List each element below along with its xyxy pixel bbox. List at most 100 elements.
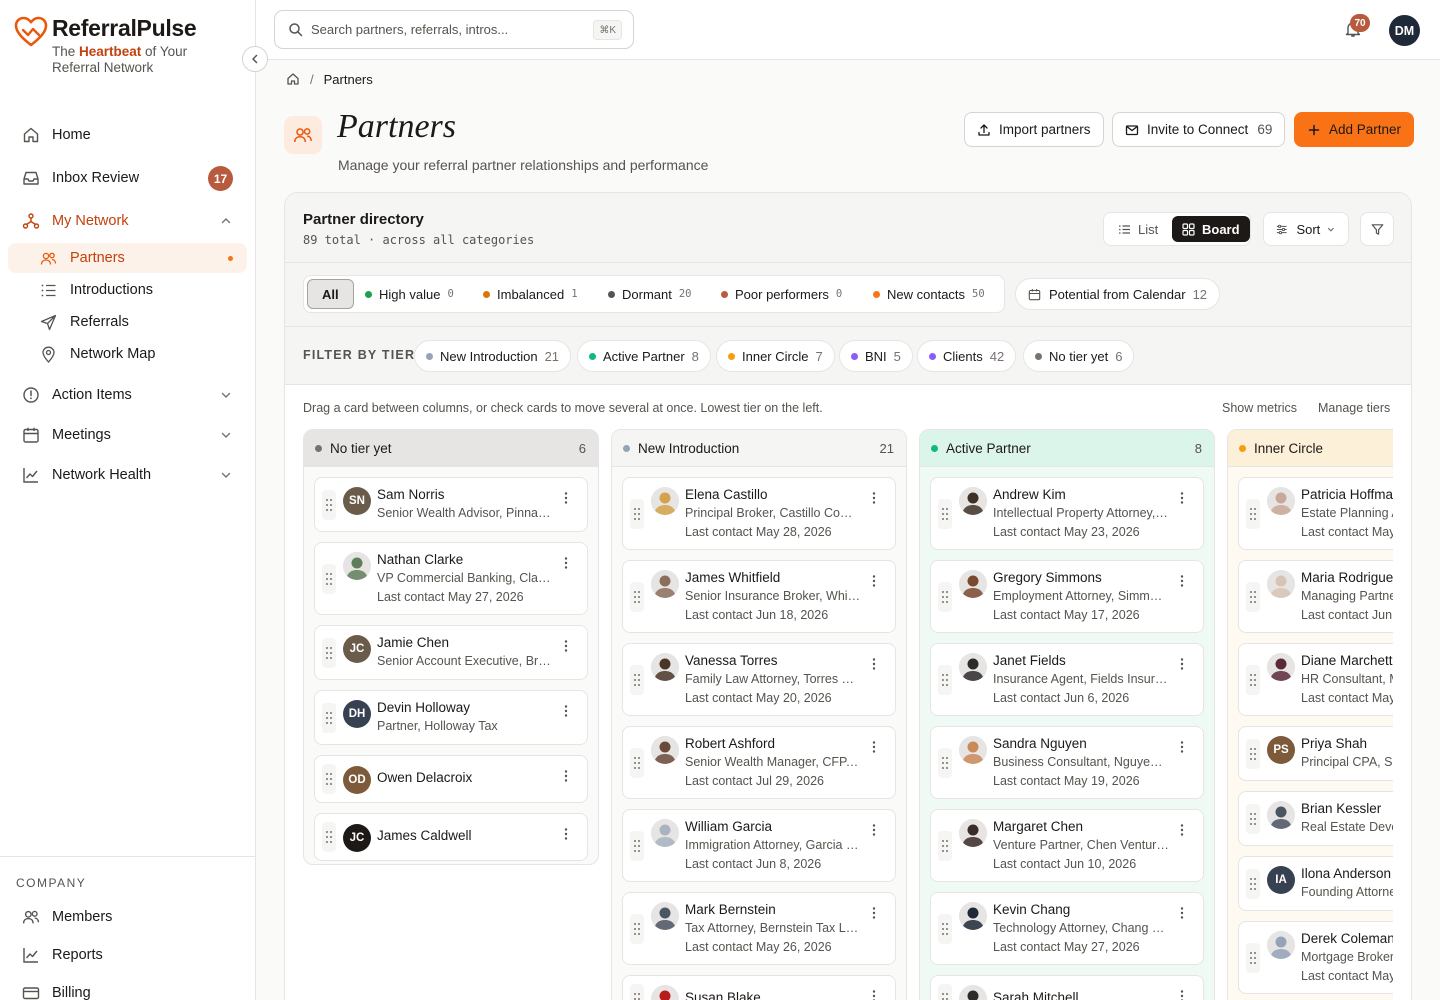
- partner-card[interactable]: Diane Marchetti HR Consultant, Marchetti L…: [1238, 643, 1393, 716]
- column-header[interactable]: Inner Circle: [1228, 430, 1393, 467]
- nav-billing[interactable]: Billing: [8, 975, 247, 1000]
- nav-my-network[interactable]: My Network: [8, 203, 247, 239]
- drag-handle-icon[interactable]: [938, 984, 952, 1000]
- partner-card[interactable]: Mark Bernstein Tax Attorney, Bernstein Ta…: [622, 892, 896, 965]
- tier-chip-active-partner[interactable]: Active Partner 8: [577, 340, 711, 372]
- more-options-icon[interactable]: [867, 491, 881, 505]
- subnav-partners[interactable]: Partners: [8, 243, 247, 273]
- column-header[interactable]: Active Partner 8: [920, 430, 1214, 467]
- partner-card[interactable]: DH Devin Holloway Partner, Holloway Tax: [314, 690, 588, 745]
- partner-card[interactable]: Gregory Simmons Employment Attorney, Simm…: [930, 560, 1204, 633]
- drag-handle-icon[interactable]: [1246, 942, 1260, 973]
- add-partner-button[interactable]: Add Partner: [1294, 112, 1415, 147]
- more-options-icon[interactable]: [1175, 740, 1189, 754]
- partner-card[interactable]: Janet Fields Insurance Agent, Fields Insu…: [930, 643, 1204, 716]
- nav-inbox-review[interactable]: Inbox Review 17: [8, 160, 247, 196]
- drag-handle-icon[interactable]: [938, 581, 952, 612]
- filter-button[interactable]: [1360, 212, 1394, 246]
- partner-card[interactable]: Maria Rodriguez Managing Partner Last cont…: [1238, 560, 1393, 633]
- more-options-icon[interactable]: [559, 556, 573, 570]
- drag-handle-icon[interactable]: [938, 747, 952, 778]
- more-options-icon[interactable]: [1175, 823, 1189, 837]
- partner-card[interactable]: JC James Caldwell: [314, 813, 588, 861]
- more-options-icon[interactable]: [867, 574, 881, 588]
- drag-handle-icon[interactable]: [1246, 738, 1260, 769]
- drag-handle-icon[interactable]: [630, 984, 644, 1000]
- partner-card[interactable]: Margaret Chen Venture Partner, Chen Ventu…: [930, 809, 1204, 882]
- drag-handle-icon[interactable]: [938, 498, 952, 529]
- drag-handle-icon[interactable]: [938, 830, 952, 861]
- drag-handle-icon[interactable]: [322, 764, 336, 794]
- more-options-icon[interactable]: [1175, 989, 1189, 1000]
- invite-to-connect-button[interactable]: Invite to Connect 69: [1112, 112, 1286, 147]
- drag-handle-icon[interactable]: [1246, 664, 1260, 695]
- tier-chip-clients[interactable]: Clients 42: [917, 340, 1017, 372]
- partner-card[interactable]: Nathan Clarke VP Commercial Banking, Clar…: [314, 542, 588, 615]
- drag-handle-icon[interactable]: [322, 637, 336, 668]
- drag-handle-icon[interactable]: [630, 664, 644, 695]
- manage-tiers-link[interactable]: Manage tiers: [1318, 401, 1390, 415]
- more-options-icon[interactable]: [1175, 657, 1189, 671]
- more-options-icon[interactable]: [559, 769, 573, 783]
- category-dormant[interactable]: Dormant 20: [600, 279, 700, 309]
- tier-chip-new-introduction[interactable]: New Introduction 21: [414, 340, 572, 372]
- partner-card[interactable]: William Garcia Immigration Attorney, Garc…: [622, 809, 896, 882]
- home-icon[interactable]: [286, 72, 300, 86]
- show-metrics-link[interactable]: Show metrics: [1222, 401, 1297, 415]
- drag-handle-icon[interactable]: [630, 830, 644, 861]
- column-header[interactable]: No tier yet 6: [304, 430, 598, 467]
- collapse-sidebar-button[interactable]: [242, 46, 268, 72]
- partner-card[interactable]: Vanessa Torres Family Law Attorney, Torre…: [622, 643, 896, 716]
- partner-card[interactable]: SN Sam Norris Senior Wealth Advisor, Pinna…: [314, 477, 588, 532]
- view-board-button[interactable]: Board: [1172, 216, 1250, 242]
- subnav-referrals[interactable]: Referrals: [8, 307, 247, 337]
- nav-network-health[interactable]: Network Health: [8, 457, 247, 493]
- more-options-icon[interactable]: [559, 827, 573, 841]
- potential-from-calendar-chip[interactable]: Potential from Calendar 12: [1015, 278, 1221, 310]
- more-options-icon[interactable]: [1175, 574, 1189, 588]
- partner-card[interactable]: Brian Kessler Real Estate Developer: [1238, 791, 1393, 846]
- partner-card[interactable]: Susan Blake: [622, 975, 896, 1000]
- column-header[interactable]: New Introduction 21: [612, 430, 906, 467]
- partner-card[interactable]: James Whitfield Senior Insurance Broker, …: [622, 560, 896, 633]
- tier-chip-bni[interactable]: BNI 5: [839, 340, 913, 372]
- nav-meetings[interactable]: Meetings: [8, 417, 247, 453]
- category-high-value[interactable]: High value 0: [357, 279, 462, 309]
- category-all[interactable]: All: [307, 279, 354, 309]
- drag-handle-icon[interactable]: [322, 489, 336, 520]
- sort-button[interactable]: Sort: [1263, 212, 1349, 246]
- more-options-icon[interactable]: [1175, 906, 1189, 920]
- more-options-icon[interactable]: [867, 989, 881, 1000]
- tier-chip-inner-circle[interactable]: Inner Circle 7: [716, 340, 835, 372]
- partner-card[interactable]: Robert Ashford Senior Wealth Manager, CFP…: [622, 726, 896, 799]
- partner-card[interactable]: Derek Coleman Mortgage Broker Last contact…: [1238, 921, 1393, 994]
- more-options-icon[interactable]: [867, 906, 881, 920]
- drag-handle-icon[interactable]: [1246, 868, 1260, 899]
- drag-handle-icon[interactable]: [938, 664, 952, 695]
- drag-handle-icon[interactable]: [322, 702, 336, 733]
- drag-handle-icon[interactable]: [1246, 803, 1260, 834]
- more-options-icon[interactable]: [867, 823, 881, 837]
- nav-reports[interactable]: Reports: [8, 937, 247, 973]
- more-options-icon[interactable]: [559, 639, 573, 653]
- search-box[interactable]: ⌘K: [274, 10, 634, 49]
- partner-card[interactable]: IA Ilona Anderson Founding Attorney: [1238, 856, 1393, 911]
- tier-chip-no-tier-yet[interactable]: No tier yet 6: [1023, 340, 1135, 372]
- nav-members[interactable]: Members: [8, 899, 247, 935]
- import-partners-button[interactable]: Import partners: [964, 112, 1104, 147]
- drag-handle-icon[interactable]: [938, 913, 952, 944]
- nav-action-items[interactable]: Action Items: [8, 377, 247, 413]
- drag-handle-icon[interactable]: [630, 913, 644, 944]
- search-input[interactable]: [311, 22, 581, 37]
- more-options-icon[interactable]: [559, 491, 573, 505]
- partner-card[interactable]: Sarah Mitchell: [930, 975, 1204, 1000]
- partner-card[interactable]: Patricia Hoffman Estate Planning Attorney…: [1238, 477, 1393, 550]
- drag-handle-icon[interactable]: [1246, 498, 1260, 529]
- partner-card[interactable]: OD Owen Delacroix: [314, 755, 588, 803]
- user-avatar[interactable]: DM: [1389, 15, 1420, 46]
- drag-handle-icon[interactable]: [630, 498, 644, 529]
- subnav-network-map[interactable]: Network Map: [8, 339, 247, 369]
- subnav-introductions[interactable]: Introductions: [8, 275, 247, 305]
- category-imbalanced[interactable]: Imbalanced 1: [475, 279, 586, 309]
- more-options-icon[interactable]: [867, 740, 881, 754]
